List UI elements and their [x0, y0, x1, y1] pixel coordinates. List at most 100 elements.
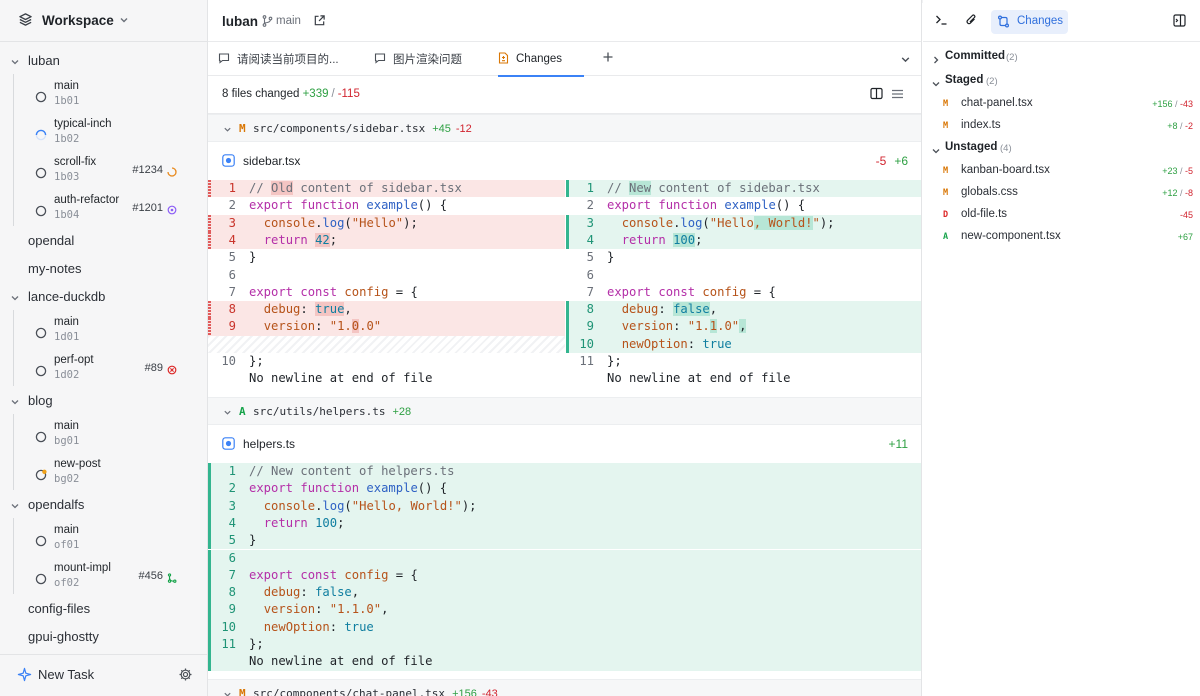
tab-bar: 请阅读当前项目的... 图片渲染问题 Changes	[208, 42, 921, 77]
changed-file-item[interactable]: M index.ts +8 / -2	[923, 116, 1200, 136]
external-link-icon[interactable]	[313, 14, 326, 30]
no-newline-note: No newline at end of file	[249, 654, 433, 669]
branch-item[interactable]: scroll-fix 1b03 #1234	[0, 156, 207, 186]
git-compare-icon	[997, 15, 1010, 31]
chat-icon	[218, 52, 230, 67]
branch-name: perf-opt	[54, 354, 94, 366]
file-name: chat-panel.tsx	[961, 97, 1033, 109]
project-name: opendal	[28, 233, 75, 248]
file-bar[interactable]: M src/components/chat-panel.tsx +156 -43	[208, 679, 921, 696]
branch-item[interactable]: main bg01	[0, 420, 207, 450]
changed-file-item[interactable]: M globals.css +12 / -8	[923, 183, 1200, 203]
file-deletions: -2	[1184, 121, 1193, 131]
changes-panel: Changes Committed (2) Staged (2) M chat-…	[923, 0, 1200, 696]
project-name: opendalfs	[28, 497, 85, 512]
chevron-down-icon[interactable]	[223, 124, 232, 137]
section-staged[interactable]: Staged (2)	[923, 71, 1200, 91]
pr-number[interactable]: #89	[145, 362, 163, 374]
changed-file-item[interactable]: D old-file.ts -45	[923, 205, 1200, 225]
project-luban[interactable]: luban	[0, 50, 207, 72]
branch-name: auth-refactor	[54, 194, 120, 206]
file-path-label: src/components/sidebar.tsx +45 -12	[253, 122, 472, 135]
diff-line-added: 7 export const config = {	[208, 566, 921, 585]
changed-file-item[interactable]: A new-component.tsx +67	[923, 227, 1200, 247]
chevron-down-icon[interactable]	[10, 500, 20, 514]
pr-number[interactable]: #456	[139, 570, 163, 582]
branch-name[interactable]: main	[276, 15, 301, 27]
branch-item[interactable]: main 1d01	[0, 316, 207, 346]
file-name: sidebar.tsx	[243, 154, 301, 168]
branch-item[interactable]: main of01	[0, 524, 207, 554]
file-diff-stats: +8 / -2	[1167, 121, 1193, 131]
sparkle-icon	[17, 667, 32, 685]
pr-failed-icon	[167, 364, 177, 378]
project-name: lance-duckdb	[28, 289, 106, 304]
project-my-notes[interactable]: my-notes	[0, 258, 207, 280]
right-header: Changes	[923, 0, 1200, 42]
branch-item[interactable]: auth-refactor 1b04 #1201	[0, 194, 207, 224]
file-name: index.ts	[961, 119, 1001, 131]
file-status: A	[239, 405, 246, 418]
diff-line: 6	[228, 267, 236, 282]
file-dot-icon	[222, 437, 235, 453]
file-status: D	[943, 210, 949, 220]
branch-item[interactable]: typical-inch 1b02	[0, 118, 207, 148]
diff-line-added: 3 console.log("Hello, World!");	[566, 214, 921, 232]
section-unstaged[interactable]: Unstaged (4)	[923, 138, 1200, 158]
file-path: src/components/sidebar.tsx	[253, 122, 426, 135]
file-status: M	[239, 122, 246, 135]
chevron-down-icon	[932, 77, 940, 91]
no-newline-note: No newline at end of file	[607, 371, 791, 386]
diff-line: 11};	[579, 354, 622, 368]
gear-icon[interactable]	[178, 667, 193, 685]
terminal-icon[interactable]	[935, 14, 948, 29]
pr-number[interactable]: #1234	[132, 164, 163, 176]
project-config-files[interactable]: config-files	[0, 598, 207, 620]
file-status: A	[943, 232, 949, 242]
no-newline-note: No newline at end of file	[249, 371, 433, 386]
chevron-down-icon[interactable]	[10, 56, 20, 70]
changed-file-item[interactable]: M chat-panel.tsx +156 / -43	[923, 94, 1200, 114]
file-bar[interactable]: M src/components/sidebar.tsx +45 -12	[208, 114, 921, 142]
project-lance-duckdb[interactable]: lance-duckdb	[0, 286, 207, 308]
chevron-down-icon[interactable]	[10, 396, 20, 410]
branch-item[interactable]: main 1b01	[0, 80, 207, 110]
branch-item[interactable]: mount-impl of02 #456	[0, 562, 207, 592]
tab-chat-2[interactable]: 图片渲染问题	[374, 42, 462, 76]
tab-chat-1[interactable]: 请阅读当前项目的...	[218, 42, 339, 76]
file-stats: -5 +6	[876, 154, 908, 168]
file-bar[interactable]: A src/utils/helpers.ts +28	[208, 397, 921, 425]
chevron-down-icon[interactable]	[223, 689, 232, 696]
chevron-down-icon[interactable]	[10, 292, 20, 306]
workspace-switcher[interactable]: Workspace	[0, 0, 207, 42]
project-opendal[interactable]: opendal	[0, 230, 207, 252]
tab-changes[interactable]: Changes	[498, 42, 585, 77]
diff-line-added: 9 version: "1.1.0",	[566, 318, 921, 336]
split-view-icon[interactable]	[870, 87, 883, 103]
chevron-down-icon[interactable]	[223, 407, 232, 420]
unified-view-icon[interactable]	[891, 88, 904, 103]
diff-line-added: 1// New content of helpers.ts	[208, 463, 921, 481]
file-name: globals.css	[961, 186, 1018, 198]
chevron-down-icon[interactable]	[900, 54, 911, 68]
file-name: helpers.ts	[243, 437, 296, 451]
diff-line-deleted: 1// Old content of sidebar.tsx	[208, 180, 565, 198]
sidebar-toggle-icon[interactable]	[1173, 14, 1186, 30]
branch-item[interactable]: perf-opt 1d02 #89	[0, 354, 207, 384]
new-task-button[interactable]: New Task	[38, 667, 94, 682]
section-committed[interactable]: Committed (2)	[923, 47, 1200, 67]
paperclip-icon[interactable]	[965, 13, 978, 30]
project-opendalfs[interactable]: opendalfs	[0, 494, 207, 516]
file-path-label: src/components/chat-panel.tsx +156 -43	[253, 687, 498, 696]
file-additions: +156	[452, 688, 477, 696]
pr-number[interactable]: #1201	[132, 202, 163, 214]
files-changed-summary: 8 files changed +339/-115	[222, 88, 360, 100]
plus-icon[interactable]	[602, 51, 614, 66]
branch-item[interactable]: new-post bg02	[0, 458, 207, 488]
project-gpui-ghostty[interactable]: gpui-ghostty	[0, 626, 207, 648]
summary-separator: /	[331, 88, 335, 100]
changed-file-item[interactable]: M kanban-board.tsx +23 / -5	[923, 161, 1200, 181]
diff-line-added: 4 return 100;	[208, 514, 921, 533]
changes-toggle-button[interactable]: Changes	[991, 10, 1068, 34]
project-blog[interactable]: blog	[0, 390, 207, 412]
